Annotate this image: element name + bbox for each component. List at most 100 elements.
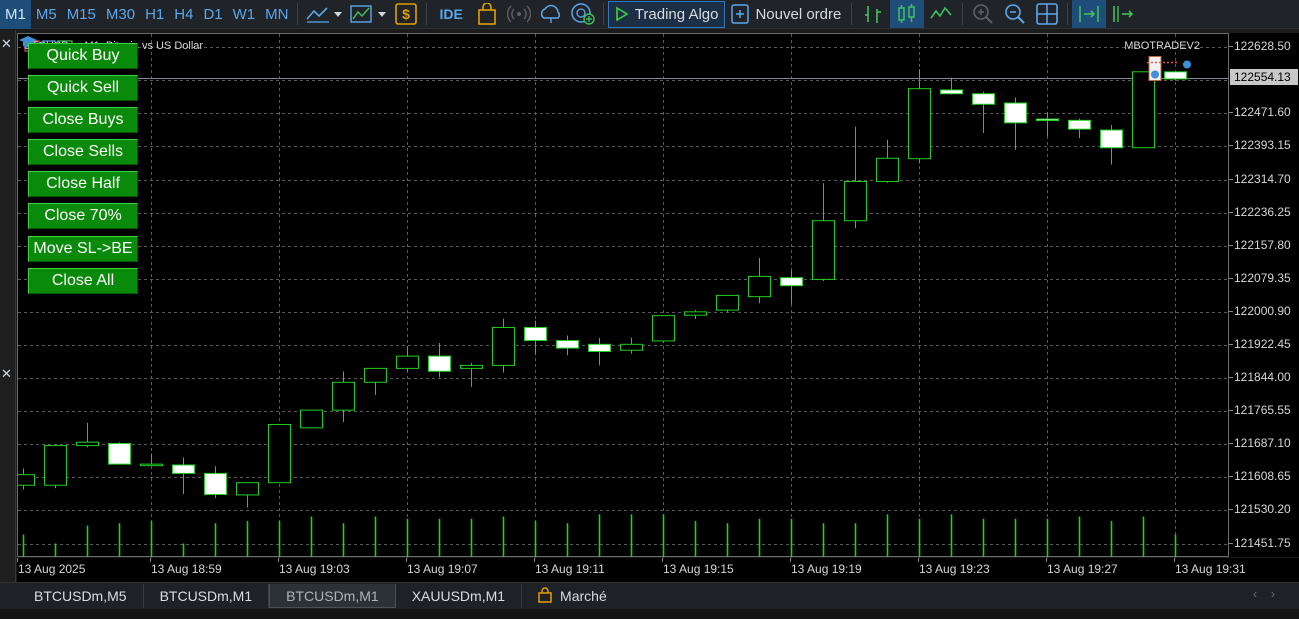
quick-buy-button[interactable]: Quick Buy: [28, 43, 138, 69]
cloud-icon[interactable]: [535, 0, 567, 29]
price-chart[interactable]: BTCUSDm, M1: Bitcoin vs US Dollar MBOTRA…: [17, 33, 1230, 558]
timeframe-m1[interactable]: M1: [0, 0, 31, 29]
current-price-label: 122554.13: [1230, 69, 1298, 85]
timeframe-mn[interactable]: MN: [260, 0, 293, 29]
close-icon[interactable]: ✕: [1, 36, 12, 52]
price-tick: [1229, 311, 1233, 312]
close-all-button[interactable]: Close All: [28, 268, 138, 294]
timeframe-m30[interactable]: M30: [101, 0, 140, 29]
price-tick: [1229, 543, 1233, 544]
price-label: 121687.10: [1234, 436, 1291, 450]
tab-btcusdm-m1-active[interactable]: BTCUSDm,M1: [269, 584, 396, 608]
close-icon[interactable]: ✕: [1, 366, 12, 382]
time-label: 13 Aug 19:27: [1047, 562, 1118, 576]
price-label: 121844.00: [1234, 370, 1291, 384]
time-label: 13 Aug 19:23: [919, 562, 990, 576]
shopping-bag-icon[interactable]: [471, 0, 503, 29]
candlestick-chart-icon[interactable]: [890, 0, 925, 28]
close-sells-button[interactable]: Close Sells: [28, 139, 138, 165]
bar-chart-icon[interactable]: [856, 0, 890, 28]
price-tick: [1229, 245, 1233, 246]
price-label: 122314.70: [1234, 172, 1291, 186]
candle-body: [556, 340, 579, 349]
toolbar: M1 M5 M15 M30 H1 H4 D1 W1 MN $ IDE Tradi…: [0, 0, 1299, 29]
candle-body: [396, 355, 419, 369]
ide-button[interactable]: IDE: [431, 6, 470, 22]
lock-icon: [538, 586, 552, 606]
dollar-icon[interactable]: $: [390, 0, 422, 29]
price-tick: [1229, 278, 1233, 279]
chart-canvas: [18, 34, 1230, 558]
candle-body: [1100, 129, 1123, 149]
timeframe-m15[interactable]: M15: [62, 0, 101, 29]
buy-arrow-icon: [1183, 60, 1191, 69]
candle-body: [76, 441, 99, 447]
move-sl-be-button[interactable]: Move SL->BE: [28, 236, 138, 262]
price-tick: [1229, 344, 1233, 345]
new-order-icon: [731, 4, 750, 24]
toolbar-divider: [1067, 3, 1069, 25]
price-tick: [1229, 46, 1233, 47]
candle-body: [780, 277, 803, 287]
candle-body: [1036, 118, 1059, 122]
toolbar-divider: [426, 3, 428, 25]
candle-body: [364, 367, 387, 383]
time-label: 13 Aug 18:59: [151, 562, 222, 576]
tab-btcusdm-m1[interactable]: BTCUSDm,M1: [144, 584, 270, 608]
price-tick: [1229, 476, 1233, 477]
add-signal-icon[interactable]: [567, 0, 599, 29]
zoom-out-icon[interactable]: [999, 0, 1031, 29]
candle-body: [300, 409, 323, 429]
tab-market[interactable]: Marché: [522, 584, 623, 608]
time-label: 13 Aug 19:19: [791, 562, 862, 576]
toolbar-divider: [851, 3, 853, 25]
timeframe-h4[interactable]: H4: [169, 0, 198, 29]
tab-btcusdm-m5[interactable]: BTCUSDm,M5: [18, 584, 144, 608]
close-half-button[interactable]: Close Half: [28, 171, 138, 197]
chart-shift-icon[interactable]: [1106, 0, 1140, 28]
candle-body: [748, 275, 771, 298]
price-label: 121922.45: [1234, 337, 1291, 351]
svg-text:$: $: [403, 6, 411, 22]
price-axis[interactable]: 122628.50 122471.60 122393.15 122314.70 1222…: [1229, 33, 1299, 557]
candle-body: [652, 315, 675, 342]
timeframe-w1[interactable]: W1: [228, 0, 261, 29]
time-label: 13 Aug 2025: [18, 562, 86, 576]
close-buys-button[interactable]: Close Buys: [28, 107, 138, 133]
trading-algo-button[interactable]: Trading Algo: [607, 0, 726, 28]
signal-icon[interactable]: [503, 0, 535, 29]
tile-windows-icon[interactable]: [1031, 0, 1063, 29]
candle-body: [44, 445, 67, 486]
timeframe-d1[interactable]: D1: [198, 0, 227, 29]
line-chart-icon[interactable]: [302, 0, 346, 29]
price-tick: [1229, 377, 1233, 378]
tab-xauusdm-m1[interactable]: XAUUSDm,M1: [396, 584, 523, 608]
candle-body: [204, 472, 227, 496]
candle-body: [1164, 71, 1187, 80]
candle-body: [268, 423, 291, 484]
candle-body: [428, 355, 451, 372]
zoom-in-icon[interactable]: [967, 0, 999, 29]
close-70-button[interactable]: Close 70%: [28, 203, 138, 229]
price-label: 122157.80: [1234, 238, 1291, 252]
price-label: 121765.55: [1234, 403, 1291, 417]
timeframe-m5[interactable]: M5: [31, 0, 62, 29]
candle-body: [1068, 119, 1091, 130]
candle-body: [1004, 102, 1027, 124]
timeframe-h1[interactable]: H1: [140, 0, 169, 29]
price-tick: [1229, 509, 1233, 510]
quick-sell-button[interactable]: Quick Sell: [28, 75, 138, 101]
line-mode-icon[interactable]: [924, 0, 958, 28]
time-axis[interactable]: 13 Aug 2025 13 Aug 18:59 13 Aug 19:03 13 Au…: [17, 558, 1299, 582]
candle-body: [812, 220, 835, 280]
expert-advisor-label: MBOTRADEV2: [1124, 40, 1200, 52]
price-tick: [1229, 410, 1233, 411]
candle-body: [972, 93, 995, 105]
auto-scroll-icon[interactable]: [1072, 0, 1107, 28]
indicators-icon[interactable]: [346, 0, 390, 29]
new-order-button[interactable]: Nouvel ordre: [725, 1, 847, 28]
tab-scroll-arrows[interactable]: ‹›: [1253, 587, 1289, 601]
play-icon: [615, 6, 629, 22]
price-label: 121451.75: [1234, 536, 1291, 550]
time-label: 13 Aug 19:31: [1175, 562, 1246, 576]
